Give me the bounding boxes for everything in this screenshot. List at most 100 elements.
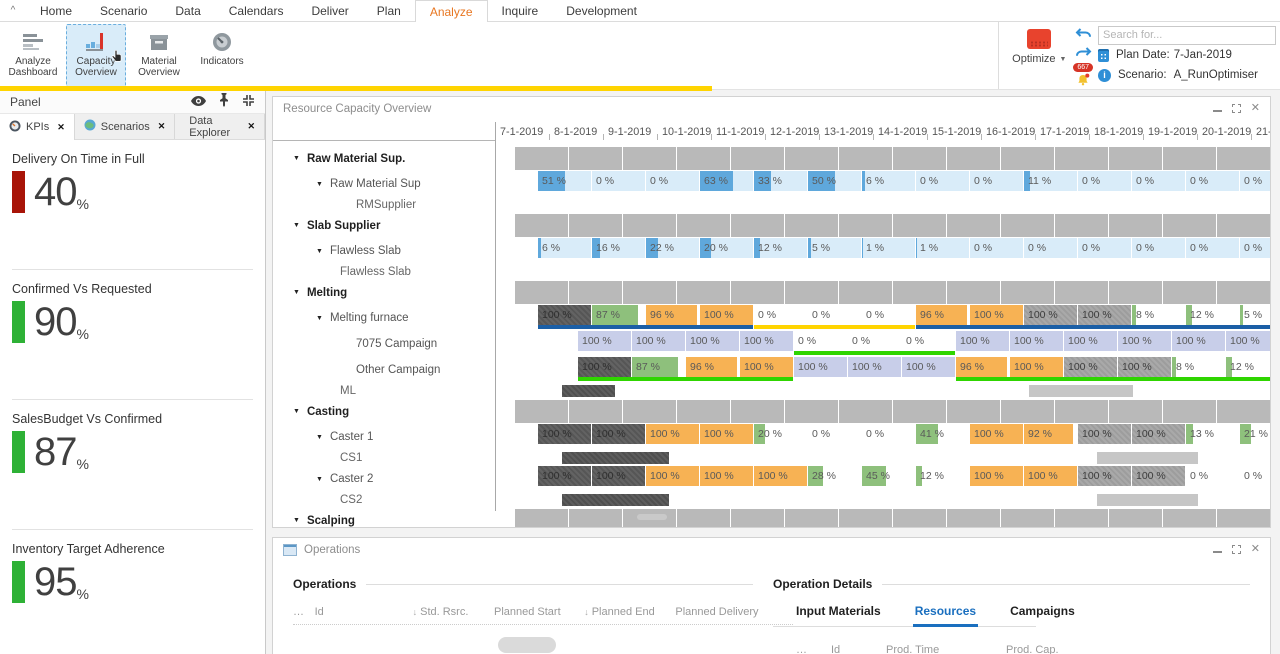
capacity-cell[interactable]: 96 % [956,357,1009,377]
resource-label[interactable]: Casting [307,406,349,418]
capacity-cell[interactable]: 0 % [754,305,807,325]
capacity-cell[interactable]: 100 % [538,305,591,325]
capacity-cell[interactable]: 100 % [646,466,699,486]
capacity-cell[interactable]: 0 % [848,331,901,351]
capacity-cell[interactable]: 100 % [592,424,645,444]
capacity-cell[interactable]: 100 % [700,466,753,486]
capacity-cell[interactable]: 0 % [1240,171,1270,191]
ops-column-planned-start[interactable]: Planned Start [494,606,584,618]
horizontal-scrollbar-thumb[interactable] [637,514,667,520]
capacity-cell[interactable]: 0 % [1240,238,1270,258]
resource-label[interactable]: Raw Material Sup [330,178,421,190]
tool-material-overview[interactable]: Material Overview [129,24,189,87]
capacity-cell[interactable]: 100 % [700,305,753,325]
menu-item-home[interactable]: Home [26,0,86,21]
menu-item-data[interactable]: Data [161,0,214,21]
chevron-down-icon[interactable]: ▼ [1060,56,1067,63]
capacity-cell[interactable]: 100 % [1132,466,1185,486]
capacity-cell[interactable]: 12 % [754,238,807,258]
capacity-cell[interactable]: 0 % [808,305,861,325]
capacity-cell[interactable]: 100 % [1118,331,1171,351]
resource-label[interactable]: Flawless Slab [330,245,401,257]
tool-analyze-dashboard[interactable]: Analyze Dashboard [3,24,63,87]
tool-indicators[interactable]: Indicators [192,24,252,87]
menu-item-analyze[interactable]: Analyze [414,0,488,22]
capacity-cell[interactable]: 0 % [916,171,969,191]
sort-icon[interactable]: ↓ [584,607,589,617]
capacity-cell[interactable]: 0 % [1132,238,1185,258]
panel-tab-data-explorer[interactable]: Data Explorer ✕ [175,114,265,139]
capacity-cell[interactable]: 100 % [592,466,645,486]
collapse-arrow-icon[interactable]: ▼ [316,434,323,441]
capacity-cell[interactable]: 96 % [686,357,739,377]
capacity-cell[interactable]: 96 % [646,305,699,325]
undo-icon[interactable] [1075,28,1092,46]
capacity-cell[interactable]: 5 % [1240,305,1270,325]
ops-column-[interactable]: … [293,606,315,618]
info-icon[interactable]: i [1098,68,1111,82]
capacity-cell[interactable]: 0 % [1186,171,1239,191]
capacity-cell[interactable]: 100 % [578,357,631,377]
detail-column-prod-cap[interactable]: Prod. Cap. [1006,644,1106,654]
capacity-cell[interactable]: 0 % [1186,466,1239,486]
capacity-cell[interactable]: 100 % [538,466,591,486]
maximize-icon[interactable] [1231,545,1241,554]
capacity-cell[interactable]: 100 % [794,357,847,377]
resource-label[interactable]: 7075 Campaign [356,338,437,350]
capacity-cell[interactable]: 0 % [1024,238,1077,258]
resource-label[interactable]: Flawless Slab [340,266,411,278]
menu-item-development[interactable]: Development [552,0,651,21]
collapse-arrow-icon[interactable]: ▼ [316,315,323,322]
capacity-cell[interactable]: 12 % [1226,357,1270,377]
capacity-cell[interactable]: 0 % [862,424,915,444]
capacity-cell[interactable]: 100 % [1078,305,1131,325]
close-tab-icon[interactable]: ✕ [57,122,65,133]
capacity-cell[interactable]: 0 % [646,171,699,191]
capacity-cell[interactable]: 6 % [862,171,915,191]
resource-label[interactable]: Melting [307,287,347,299]
optimize-button[interactable]: Optimize ▼ [1007,22,1071,89]
capacity-cell[interactable]: 21 % [1240,424,1270,444]
capacity-cell[interactable]: 100 % [700,424,753,444]
collapse-panel-icon[interactable] [242,94,255,110]
capacity-cell[interactable]: 100 % [970,466,1023,486]
ops-column-planned-end[interactable]: ↓ Planned End [584,606,675,618]
capacity-cell[interactable]: 20 % [700,238,753,258]
capacity-cell[interactable]: 100 % [740,357,793,377]
capacity-cell[interactable]: 41 % [916,424,969,444]
capacity-cell[interactable]: 100 % [970,424,1023,444]
capacity-cell[interactable]: 0 % [970,238,1023,258]
capacity-cell[interactable]: 100 % [956,331,1009,351]
collapse-arrow-icon[interactable]: ▼ [293,408,300,415]
capacity-cell[interactable]: 96 % [916,305,969,325]
capacity-cell[interactable]: 13 % [1186,424,1239,444]
capacity-cell[interactable]: 8 % [1132,305,1185,325]
detail-tab-input-materials[interactable]: Input Materials [796,604,881,618]
capacity-cell[interactable]: 0 % [1078,171,1131,191]
capacity-cell[interactable]: 100 % [902,357,955,377]
menu-item-deliver[interactable]: Deliver [297,0,362,21]
resource-label[interactable]: RMSupplier [356,199,416,211]
capacity-cell[interactable]: 100 % [1118,357,1171,377]
capacity-cell[interactable]: 100 % [1078,466,1131,486]
capacity-cell[interactable]: 100 % [646,424,699,444]
panel-tab-kpis[interactable]: KPIs ✕ [0,114,75,140]
menu-item-calendars[interactable]: Calendars [215,0,298,21]
menu-item-scenario[interactable]: Scenario [86,0,161,21]
capacity-cell[interactable]: 16 % [592,238,645,258]
capacity-cell[interactable]: 20 % [754,424,807,444]
collapse-arrow-icon[interactable]: ▼ [293,222,300,229]
capacity-cell[interactable]: 6 % [538,238,591,258]
capacity-cell[interactable]: 0 % [902,331,955,351]
resource-label[interactable]: CS1 [340,452,362,464]
tool-capacity-overview[interactable]: Capacity Overview [66,24,126,87]
capacity-cell[interactable]: 92 % [1024,424,1077,444]
capacity-cell[interactable]: 1 % [862,238,915,258]
menu-item-inquire[interactable]: Inquire [488,0,553,21]
collapse-arrow-icon[interactable]: ▼ [293,155,300,162]
capacity-cell[interactable]: 100 % [1064,357,1117,377]
pin-icon[interactable] [219,93,229,110]
capacity-cell[interactable]: 28 % [808,466,861,486]
capacity-cell[interactable]: 100 % [1010,357,1063,377]
eye-icon[interactable] [191,95,206,109]
